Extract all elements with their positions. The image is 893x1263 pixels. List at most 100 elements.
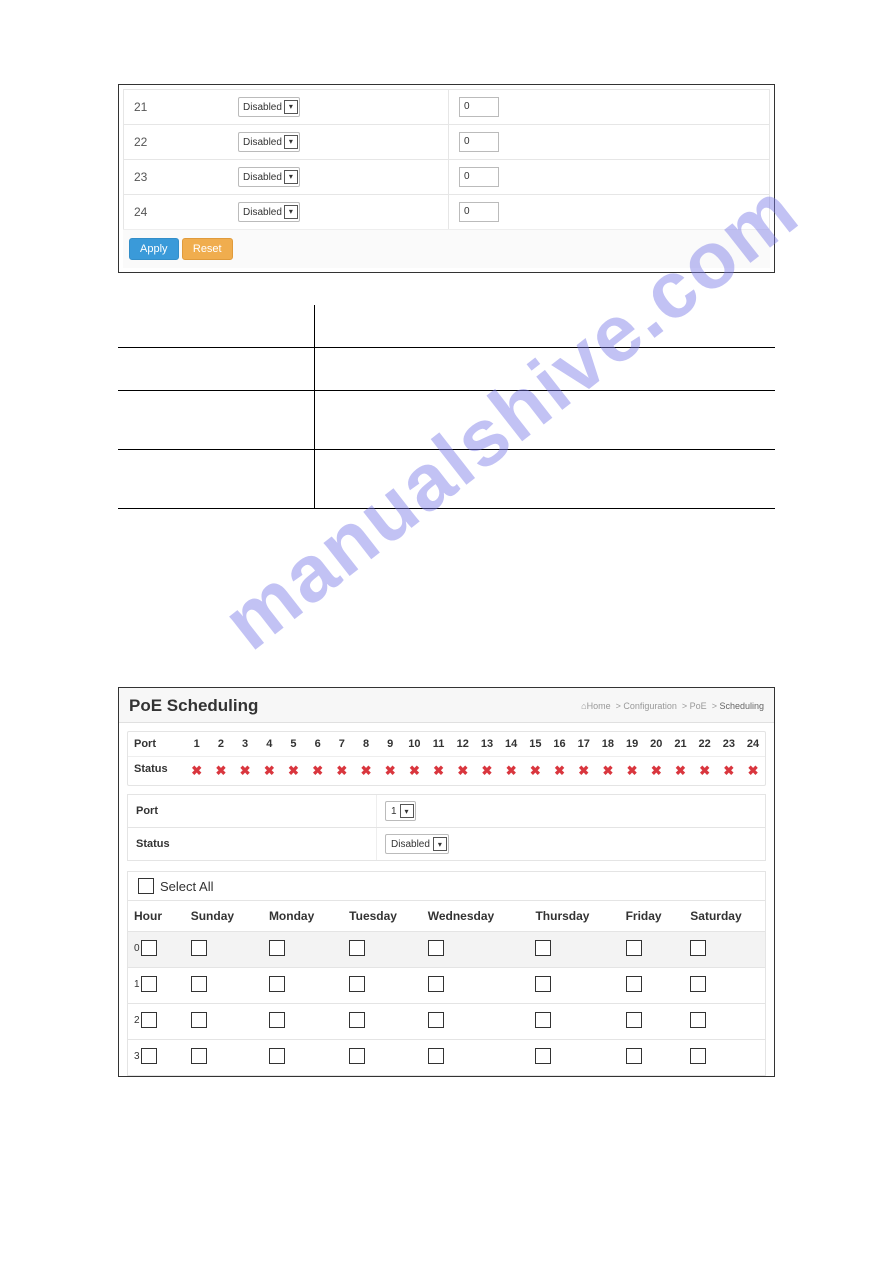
- schedule-checkbox[interactable]: [535, 1048, 551, 1064]
- x-icon: ✖: [499, 757, 523, 785]
- mode-select[interactable]: Disabled ▾: [238, 167, 300, 187]
- port-header-label: Port: [128, 732, 185, 756]
- schedule-checkbox[interactable]: [690, 976, 706, 992]
- apply-button[interactable]: Apply: [129, 238, 179, 260]
- schedule-checkbox[interactable]: [535, 940, 551, 956]
- schedule-checkbox[interactable]: [191, 1048, 207, 1064]
- schedule-checkbox[interactable]: [269, 976, 285, 992]
- value-input[interactable]: 0: [459, 202, 499, 222]
- port-select-value: 1: [391, 806, 397, 817]
- schedule-checkbox[interactable]: [626, 976, 642, 992]
- port-col: 14: [499, 732, 523, 756]
- chevron-down-icon: ▾: [433, 837, 447, 851]
- schedule-checkbox[interactable]: [428, 1012, 444, 1028]
- value-input[interactable]: 0: [459, 167, 499, 187]
- port-select[interactable]: 1 ▾: [385, 801, 416, 821]
- port-col: 10: [402, 732, 426, 756]
- hour-checkbox[interactable]: [141, 940, 157, 956]
- port-col: 23: [717, 732, 741, 756]
- crumb-config[interactable]: Configuration: [623, 701, 677, 711]
- button-row: Apply Reset: [123, 229, 770, 268]
- hour-checkbox[interactable]: [141, 1012, 157, 1028]
- def-label: Interval Time: [118, 450, 315, 509]
- port-col: 20: [644, 732, 668, 756]
- port-col: 17: [572, 732, 596, 756]
- hour-checkbox[interactable]: [141, 1048, 157, 1064]
- port-status-grid: Port 1 2 3 4 5 6 7 8 9 10 11 12 13 14 15…: [127, 731, 766, 786]
- mode-select[interactable]: Disabled ▾: [238, 97, 300, 117]
- chevron-down-icon: ▾: [400, 804, 414, 818]
- x-icon: ✖: [281, 757, 305, 785]
- port-header-row: Port 1 2 3 4 5 6 7 8 9 10 11 12 13 14 15…: [128, 732, 765, 756]
- config-port-label: Port: [128, 795, 376, 827]
- schedule-checkbox[interactable]: [626, 1048, 642, 1064]
- table-row: Object Description: [118, 305, 775, 348]
- reset-button[interactable]: Reset: [182, 238, 233, 260]
- status-row: Status ✖ ✖ ✖ ✖ ✖ ✖ ✖ ✖ ✖ ✖ ✖ ✖ ✖ ✖ ✖ ✖ ✖…: [128, 756, 765, 785]
- x-icon: ✖: [523, 757, 547, 785]
- schedule-checkbox[interactable]: [690, 940, 706, 956]
- port-col: 15: [523, 732, 547, 756]
- col-monday: Monday: [263, 901, 343, 932]
- def-desc: Set up the interval time of the PD alive…: [315, 450, 776, 509]
- schedule-checkbox[interactable]: [191, 940, 207, 956]
- schedule-checkbox[interactable]: [535, 976, 551, 992]
- schedule-checkbox[interactable]: [428, 1048, 444, 1064]
- schedule-checkbox[interactable]: [690, 1012, 706, 1028]
- x-icon: ✖: [644, 757, 668, 785]
- x-icon: ✖: [185, 757, 209, 785]
- crumb-poe[interactable]: PoE: [690, 701, 707, 711]
- schedule-checkbox[interactable]: [428, 976, 444, 992]
- schedule-checkbox[interactable]: [269, 1048, 285, 1064]
- port-col: 22: [693, 732, 717, 756]
- hour-checkbox[interactable]: [141, 976, 157, 992]
- panel-title: PoE Scheduling: [129, 696, 258, 716]
- port-col: 1: [185, 732, 209, 756]
- value-input[interactable]: 0: [459, 97, 499, 117]
- schedule-checkbox[interactable]: [349, 940, 365, 956]
- table-row: Port This is the logical port number for…: [118, 348, 775, 391]
- schedule-header-row: Hour Sunday Monday Tuesday Wednesday Thu…: [128, 901, 765, 932]
- x-icon: ✖: [209, 757, 233, 785]
- port-number: 22: [124, 135, 232, 149]
- schedule-checkbox[interactable]: [690, 1048, 706, 1064]
- schedule-checkbox[interactable]: [626, 1012, 642, 1028]
- schedule-checkbox[interactable]: [349, 976, 365, 992]
- port-col: 13: [475, 732, 499, 756]
- mode-select[interactable]: Disabled ▾: [238, 132, 300, 152]
- port-col: 16: [547, 732, 571, 756]
- schedule-checkbox[interactable]: [269, 940, 285, 956]
- value-input[interactable]: 0: [459, 132, 499, 152]
- x-icon: ✖: [572, 757, 596, 785]
- schedule-checkbox[interactable]: [269, 1012, 285, 1028]
- status-select-value: Disabled: [391, 839, 430, 850]
- schedule-checkbox[interactable]: [428, 940, 444, 956]
- port-col: 4: [257, 732, 281, 756]
- port-col: 7: [330, 732, 354, 756]
- x-icon: ✖: [233, 757, 257, 785]
- port-col: 9: [378, 732, 402, 756]
- chevron-down-icon: ▾: [284, 135, 298, 149]
- mode-select[interactable]: Disabled ▾: [238, 202, 300, 222]
- definition-table: Object Description Port This is the logi…: [118, 305, 775, 509]
- x-icon: ✖: [306, 757, 330, 785]
- hour-cell: 0: [128, 932, 185, 968]
- schedule-checkbox[interactable]: [535, 1012, 551, 1028]
- schedule-checkbox[interactable]: [191, 1012, 207, 1028]
- port-col: 5: [281, 732, 305, 756]
- x-icon: ✖: [596, 757, 620, 785]
- def-desc: Allows user to set the IP address of the…: [315, 391, 776, 450]
- def-desc: This is the logical port number for this…: [315, 348, 776, 391]
- mode-select-value: Disabled: [243, 137, 282, 148]
- port-row: 21 Disabled ▾ 0: [123, 89, 770, 124]
- crumb-home[interactable]: Home: [587, 701, 611, 711]
- config-status-row: Status Disabled ▾: [127, 828, 766, 861]
- schedule-checkbox[interactable]: [626, 940, 642, 956]
- status-select[interactable]: Disabled ▾: [385, 834, 449, 854]
- schedule-checkbox[interactable]: [349, 1048, 365, 1064]
- mode-select-value: Disabled: [243, 102, 282, 113]
- schedule-checkbox[interactable]: [349, 1012, 365, 1028]
- port-row: 24 Disabled ▾ 0: [123, 194, 770, 229]
- select-all-checkbox[interactable]: [138, 878, 154, 894]
- schedule-checkbox[interactable]: [191, 976, 207, 992]
